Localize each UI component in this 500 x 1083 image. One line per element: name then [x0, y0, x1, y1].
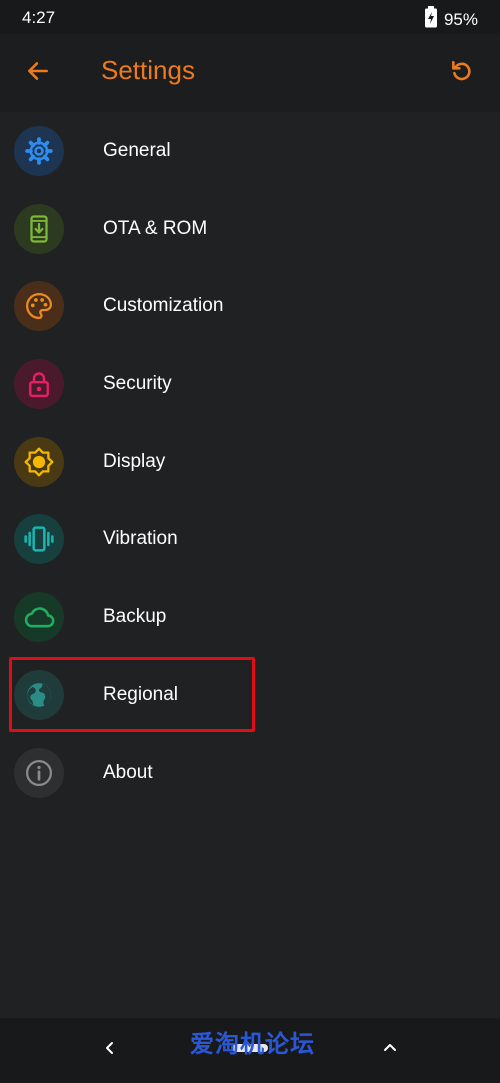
vibration-icon: [14, 514, 64, 565]
menu-item-customization[interactable]: Customization: [0, 267, 500, 345]
status-time: 4:27: [22, 8, 56, 27]
menu-item-label: OTA & ROM: [103, 217, 208, 239]
app-bar: Settings: [0, 34, 500, 112]
brightness-icon: [14, 436, 64, 487]
menu-item-about[interactable]: About: [0, 734, 500, 812]
chevron-up-icon: [382, 1040, 398, 1061]
highlight-annotation: [9, 657, 255, 732]
nav-back-button[interactable]: [96, 1036, 124, 1064]
cloud-icon: [14, 592, 64, 643]
menu-item-ota-rom[interactable]: OTA & ROM: [0, 190, 500, 268]
menu-item-vibration[interactable]: Vibration: [0, 500, 500, 578]
menu-item-label: Customization: [103, 295, 224, 317]
status-bar: 4:27 95%: [0, 0, 500, 34]
info-icon: [14, 747, 64, 798]
menu-item-label: General: [103, 140, 171, 161]
back-button[interactable]: [18, 53, 58, 93]
status-right: 95%: [424, 6, 478, 33]
arrow-left-icon: [25, 58, 51, 89]
refresh-icon: [449, 58, 475, 89]
menu-item-display[interactable]: Display: [0, 423, 500, 501]
lock-icon: [14, 359, 64, 410]
watermark: 爱淘机论坛: [190, 1031, 315, 1058]
menu-item-label: Security: [103, 373, 172, 395]
menu-item-label: Display: [103, 450, 166, 472]
menu-item-backup[interactable]: Backup: [0, 578, 500, 656]
menu-item-security[interactable]: Security: [0, 345, 500, 423]
nav-recents-button[interactable]: [376, 1036, 404, 1064]
menu-item-label: Backup: [103, 606, 167, 628]
gear-icon: [14, 126, 64, 176]
phone-download-icon: [14, 203, 64, 254]
chevron-left-icon: [102, 1040, 118, 1061]
page-title: Settings: [101, 55, 195, 85]
menu-item-label: Vibration: [103, 528, 178, 550]
battery-percent: 95%: [443, 9, 478, 29]
palette-icon: [14, 281, 64, 332]
menu-item-general[interactable]: General: [0, 112, 500, 190]
battery-charging-icon: [424, 6, 438, 33]
menu-item-label: About: [103, 761, 153, 783]
reset-button[interactable]: [442, 53, 482, 93]
